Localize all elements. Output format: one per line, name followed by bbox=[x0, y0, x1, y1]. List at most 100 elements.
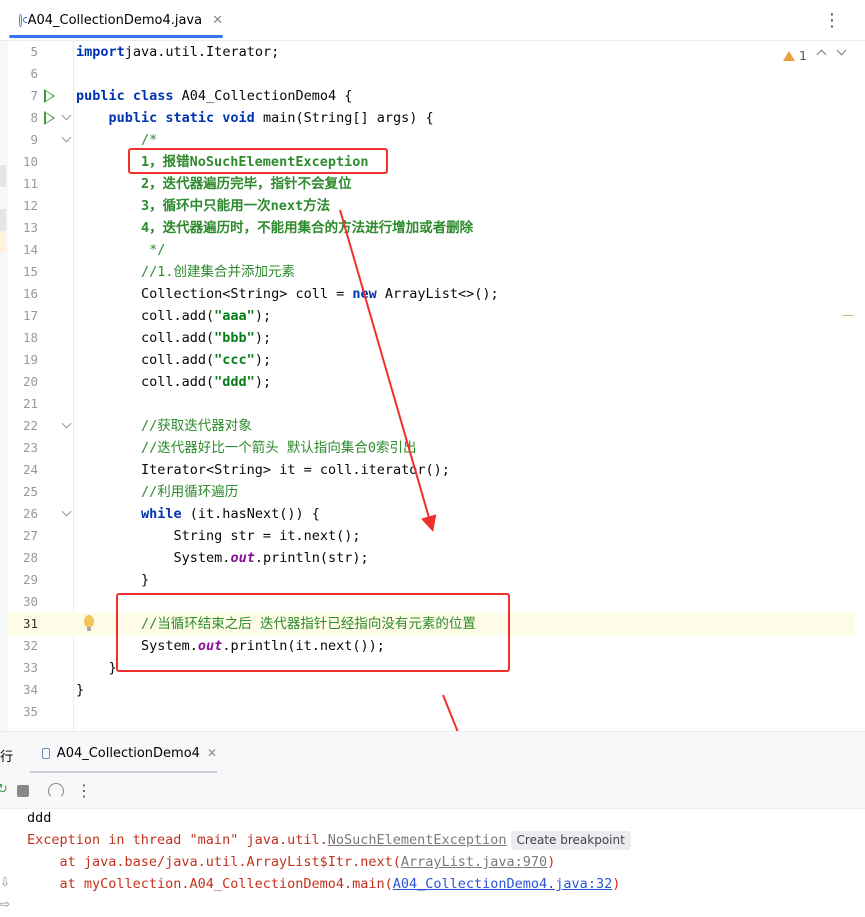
code-line[interactable]: 16 Collection<String> coll = new ArrayLi… bbox=[8, 283, 854, 305]
line-number[interactable]: 29 bbox=[8, 569, 38, 591]
code-line[interactable]: 34} bbox=[8, 679, 854, 701]
line-number[interactable]: 34 bbox=[8, 679, 38, 701]
stack-trace-link[interactable]: ArrayList.java:970 bbox=[401, 854, 547, 870]
code-text: 2，迭代器遍历完毕，指针不会复位 bbox=[76, 173, 352, 195]
code-line[interactable]: 7 public class A04_CollectionDemo4 { bbox=[8, 85, 854, 107]
fold-chevron-icon[interactable] bbox=[61, 132, 72, 143]
line-number[interactable]: 23 bbox=[8, 437, 38, 459]
close-icon[interactable]: ✕ bbox=[212, 13, 223, 28]
scrollbar-marker bbox=[842, 315, 854, 316]
line-number[interactable]: 15 bbox=[8, 261, 38, 283]
code-token: "bbb" bbox=[214, 330, 255, 346]
stack-trace-text: at myCollection.A04_CollectionDemo4.main… bbox=[27, 876, 393, 892]
fold-chevron-icon[interactable] bbox=[61, 506, 72, 517]
code-line[interactable]: 20 coll.add("ddd"); bbox=[8, 371, 854, 393]
fold-chevron-icon[interactable] bbox=[61, 110, 72, 121]
code-text: //迭代器好比一个箭头 默认指向集合0索引出 bbox=[76, 437, 417, 459]
code-line[interactable]: 22 //获取迭代器对象 bbox=[8, 415, 854, 437]
stack-trace-link[interactable]: A04_CollectionDemo4.java:32 bbox=[393, 876, 612, 892]
line-number[interactable]: 11 bbox=[8, 173, 38, 195]
line-number[interactable]: 20 bbox=[8, 371, 38, 393]
line-number[interactable]: 31 bbox=[8, 613, 38, 635]
tool-strip-marker bbox=[0, 165, 6, 187]
code-text: //利用循环遍历 bbox=[76, 481, 238, 503]
code-text: Iterator<String> it = coll.iterator(); bbox=[76, 459, 450, 481]
line-number[interactable]: 17 bbox=[8, 305, 38, 327]
stop-icon[interactable] bbox=[17, 785, 29, 797]
code-line[interactable]: 17 coll.add("aaa"); bbox=[8, 305, 854, 327]
line-number[interactable]: 25 bbox=[8, 481, 38, 503]
code-line[interactable]: 12 3，循环中只能用一次next方法 bbox=[8, 195, 854, 217]
code-token: while bbox=[141, 506, 182, 522]
line-number[interactable]: 14 bbox=[8, 239, 38, 261]
line-number[interactable]: 19 bbox=[8, 349, 38, 371]
code-token: "ddd" bbox=[214, 374, 255, 390]
console-line: ddd bbox=[27, 807, 51, 829]
code-line[interactable]: 27 String str = it.next(); bbox=[8, 525, 854, 547]
code-line[interactable]: 24 Iterator<String> it = coll.iterator()… bbox=[8, 459, 854, 481]
inspection-widget[interactable]: 1 bbox=[783, 48, 807, 63]
code-token: out bbox=[230, 550, 255, 566]
code-line[interactable]: 15 //1.创建集合并添加元素 bbox=[8, 261, 854, 283]
exception-class-link[interactable]: NoSuchElementException bbox=[328, 832, 507, 848]
editor-tab[interactable]: A04_CollectionDemo4.java ✕ bbox=[9, 0, 223, 41]
code-token: import bbox=[76, 44, 125, 60]
code-token: //利用循环遍历 bbox=[141, 484, 239, 500]
code-line[interactable]: 5 importjava.util.Iterator; bbox=[8, 41, 854, 63]
line-number[interactable]: 10 bbox=[8, 151, 38, 173]
more-options-icon[interactable]: ⋮ bbox=[76, 781, 92, 800]
code-line[interactable]: 29 } bbox=[8, 569, 854, 591]
close-icon[interactable]: ✕ bbox=[207, 746, 217, 760]
code-line[interactable]: 26 while (it.hasNext()) { bbox=[8, 503, 854, 525]
code-line[interactable]: 14 */ bbox=[8, 239, 854, 261]
line-number[interactable]: 33 bbox=[8, 657, 38, 679]
editor-tab-title: A04_CollectionDemo4.java bbox=[27, 13, 203, 28]
code-line[interactable]: 13 4，迭代器遍历时，不能用集合的方法进行增加或者删除 bbox=[8, 217, 854, 239]
line-number[interactable]: 24 bbox=[8, 459, 38, 481]
line-number[interactable]: 21 bbox=[8, 393, 38, 415]
code-line[interactable]: 28 System.out.println(str); bbox=[8, 547, 854, 569]
code-text: System.out.println(str); bbox=[76, 547, 369, 569]
line-number[interactable]: 26 bbox=[8, 503, 38, 525]
line-number[interactable]: 13 bbox=[8, 217, 38, 239]
code-line[interactable]: 18 coll.add("bbb"); bbox=[8, 327, 854, 349]
more-options-icon[interactable]: ⋮ bbox=[823, 10, 841, 31]
fold-chevron-icon[interactable] bbox=[61, 418, 72, 429]
code-token: coll.add( bbox=[76, 374, 215, 390]
profiler-icon[interactable] bbox=[48, 783, 64, 799]
line-number[interactable]: 27 bbox=[8, 525, 38, 547]
console-output[interactable]: ⇩ ⇨ ddd Exception in thread "main" java.… bbox=[0, 809, 865, 917]
code-line[interactable]: 23 //迭代器好比一个箭头 默认指向集合0索引出 bbox=[8, 437, 854, 459]
console-line: Exception in thread "main" java.util.NoS… bbox=[27, 829, 631, 851]
code-text: } bbox=[76, 569, 149, 591]
create-breakpoint-button[interactable]: Create breakpoint bbox=[510, 831, 631, 850]
run-gutter-icon[interactable] bbox=[44, 89, 55, 103]
line-number[interactable]: 32 bbox=[8, 635, 38, 657]
line-number[interactable]: 35 bbox=[8, 701, 38, 723]
code-line[interactable]: 8 public static void main(String[] args)… bbox=[8, 107, 854, 129]
line-number[interactable]: 5 bbox=[8, 41, 38, 63]
code-token: //获取迭代器对象 bbox=[141, 418, 252, 434]
line-number[interactable]: 8 bbox=[8, 107, 38, 129]
line-number[interactable]: 12 bbox=[8, 195, 38, 217]
code-line[interactable]: 6 bbox=[8, 63, 854, 85]
run-tab[interactable]: A04_CollectionDemo4 ✕ bbox=[30, 732, 217, 774]
line-number[interactable]: 7 bbox=[8, 85, 38, 107]
code-line[interactable]: 25 //利用循环遍历 bbox=[8, 481, 854, 503]
code-line[interactable]: 11 2，迭代器遍历完毕，指针不会复位 bbox=[8, 173, 854, 195]
tool-strip-marker bbox=[0, 209, 6, 231]
line-number[interactable]: 16 bbox=[8, 283, 38, 305]
code-line[interactable]: 35 bbox=[8, 701, 854, 723]
exception-prefix: Exception in thread "main" java.util. bbox=[27, 832, 328, 848]
line-number[interactable]: 28 bbox=[8, 547, 38, 569]
code-line[interactable]: 19 coll.add("ccc"); bbox=[8, 349, 854, 371]
line-number[interactable]: 6 bbox=[8, 63, 38, 85]
run-gutter-icon[interactable] bbox=[44, 111, 55, 125]
line-number[interactable]: 18 bbox=[8, 327, 38, 349]
line-number[interactable]: 30 bbox=[8, 591, 38, 613]
line-number[interactable]: 9 bbox=[8, 129, 38, 151]
line-number[interactable]: 22 bbox=[8, 415, 38, 437]
rerun-icon[interactable]: ↻ bbox=[0, 782, 8, 797]
code-line[interactable]: 21 bbox=[8, 393, 854, 415]
